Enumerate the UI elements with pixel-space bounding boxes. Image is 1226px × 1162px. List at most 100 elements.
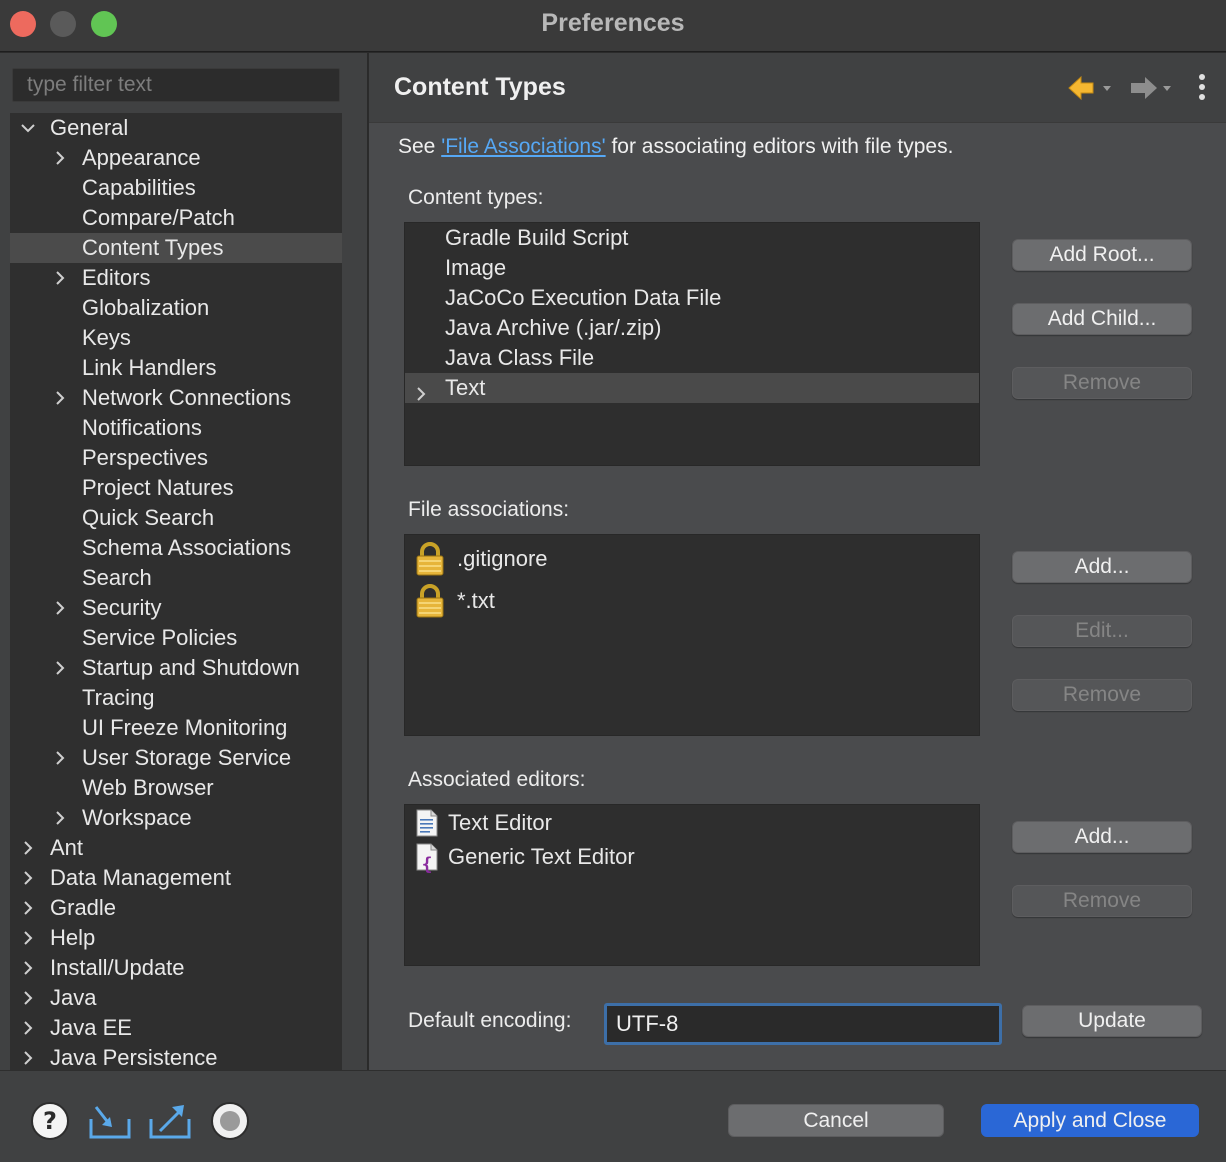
chevron-right-icon[interactable] (18, 1013, 36, 1043)
tree-item-perspectives[interactable]: Perspectives (10, 443, 342, 473)
tree-item-label: Security (82, 595, 162, 620)
tree-item-label: Compare/Patch (82, 205, 235, 230)
chevron-right-icon[interactable] (18, 833, 36, 863)
file-association-item[interactable]: .gitignore (405, 539, 979, 579)
tree-item-keys[interactable]: Keys (10, 323, 342, 353)
tree-item-label: Service Policies (82, 625, 238, 650)
file-associations-list[interactable]: .gitignore *.txt (404, 534, 980, 736)
tree-item-label: Tracing (82, 685, 155, 710)
associated-editor-item[interactable]: {Generic Text Editor (405, 841, 979, 875)
content-type-item[interactable]: JaCoCo Execution Data File (405, 283, 979, 313)
import-icon[interactable] (88, 1101, 131, 1141)
tree-item-appearance[interactable]: Appearance (10, 143, 342, 173)
tree-item-label: Capabilities (82, 175, 196, 200)
tree-item-startup-and-shutdown[interactable]: Startup and Shutdown (10, 653, 342, 683)
tree-item-project-natures[interactable]: Project Natures (10, 473, 342, 503)
add-editor-button[interactable]: Add... (1012, 821, 1192, 853)
forward-arrow-icon (1131, 77, 1171, 99)
tree-item-workspace[interactable]: Workspace (10, 803, 342, 833)
chevron-right-icon[interactable] (50, 263, 68, 293)
tree-item-globalization[interactable]: Globalization (10, 293, 342, 323)
add-root-button[interactable]: Add Root... (1012, 239, 1192, 271)
content-type-item[interactable]: Image (405, 253, 979, 283)
tree-item-network-connections[interactable]: Network Connections (10, 383, 342, 413)
forward-button[interactable] (1127, 75, 1175, 101)
content-type-item[interactable]: Text (405, 373, 979, 403)
chevron-right-icon[interactable] (413, 380, 429, 410)
tree-item-service-policies[interactable]: Service Policies (10, 623, 342, 653)
tree-item-security[interactable]: Security (10, 593, 342, 623)
export-icon[interactable] (148, 1101, 191, 1141)
page-header: Content Types (369, 53, 1226, 123)
tree-item-schema-associations[interactable]: Schema Associations (10, 533, 342, 563)
tree-item-notifications[interactable]: Notifications (10, 413, 342, 443)
tree-item-install-update[interactable]: Install/Update (10, 953, 342, 983)
main-panel: Content Types See 'File Associations' fo… (369, 53, 1226, 1070)
tree-item-label: Web Browser (82, 775, 214, 800)
chevron-right-icon[interactable] (50, 593, 68, 623)
chevron-right-icon[interactable] (50, 743, 68, 773)
tree-item-content-types[interactable]: Content Types (10, 233, 342, 263)
tree-item-label: Java Persistence (50, 1045, 218, 1070)
tree-item-general[interactable]: General (10, 113, 342, 143)
file-association-label: *.txt (457, 588, 495, 613)
tree-item-tracing[interactable]: Tracing (10, 683, 342, 713)
tree-item-user-storage-service[interactable]: User Storage Service (10, 743, 342, 773)
tree-item-compare-patch[interactable]: Compare/Patch (10, 203, 342, 233)
update-button[interactable]: Update (1022, 1005, 1202, 1037)
tree-item-help[interactable]: Help (10, 923, 342, 953)
chevron-right-icon[interactable] (50, 383, 68, 413)
cancel-button[interactable]: Cancel (728, 1104, 944, 1137)
associated-editors-list[interactable]: Text Editor {Generic Text Editor (404, 804, 980, 966)
chevron-right-icon[interactable] (50, 143, 68, 173)
chevron-right-icon[interactable] (50, 803, 68, 833)
content-type-item[interactable]: Gradle Build Script (405, 223, 979, 253)
chevron-down-icon[interactable] (18, 113, 36, 143)
chevron-right-icon[interactable] (18, 863, 36, 893)
associated-editor-item[interactable]: Text Editor (405, 807, 979, 839)
content-types-list[interactable]: Gradle Build Script Image JaCoCo Execution… (404, 222, 980, 466)
add-file-association-button[interactable]: Add... (1012, 551, 1192, 583)
tree-item-gradle[interactable]: Gradle (10, 893, 342, 923)
chevron-right-icon[interactable] (18, 893, 36, 923)
tree-item-link-handlers[interactable]: Link Handlers (10, 353, 342, 383)
remove-content-type-button[interactable]: Remove (1012, 367, 1192, 399)
record-icon[interactable] (210, 1101, 250, 1141)
page-title: Content Types (394, 73, 566, 101)
chevron-right-icon[interactable] (50, 653, 68, 683)
tree-item-label: Java (50, 985, 97, 1010)
edit-file-association-button[interactable]: Edit... (1012, 615, 1192, 647)
tree-item-ui-freeze-monitoring[interactable]: UI Freeze Monitoring (10, 713, 342, 743)
content-type-item[interactable]: Java Class File (405, 343, 979, 373)
tree-item-java[interactable]: Java (10, 983, 342, 1013)
info-suffix: for associating editors with file types. (605, 135, 954, 158)
remove-file-association-button[interactable]: Remove (1012, 679, 1192, 711)
filter-input[interactable] (12, 68, 340, 102)
tree-item-web-browser[interactable]: Web Browser (10, 773, 342, 803)
tree-item-data-management[interactable]: Data Management (10, 863, 342, 893)
tree-item-quick-search[interactable]: Quick Search (10, 503, 342, 533)
chevron-right-icon[interactable] (18, 953, 36, 983)
tree-item-java-persistence[interactable]: Java Persistence (10, 1043, 342, 1070)
chevron-right-icon[interactable] (18, 983, 36, 1013)
file-associations-label: File associations: (408, 498, 570, 521)
file-associations-link[interactable]: 'File Associations' (441, 135, 605, 158)
chevron-right-icon[interactable] (18, 1043, 36, 1070)
tree-item-java-ee[interactable]: Java EE (10, 1013, 342, 1043)
tree-item-ant[interactable]: Ant (10, 833, 342, 863)
tree-item-editors[interactable]: Editors (10, 263, 342, 293)
tree-item-search[interactable]: Search (10, 563, 342, 593)
tree-item-capabilities[interactable]: Capabilities (10, 173, 342, 203)
tree-item-label: Globalization (82, 295, 210, 320)
content-type-item[interactable]: Java Archive (.jar/.zip) (405, 313, 979, 343)
add-child-button[interactable]: Add Child... (1012, 303, 1192, 335)
default-encoding-field[interactable] (604, 1003, 1002, 1045)
kebab-menu-icon[interactable] (1196, 74, 1208, 104)
chevron-right-icon[interactable] (18, 923, 36, 953)
file-association-item[interactable]: *.txt (405, 581, 979, 621)
tree-item-label: Notifications (82, 415, 202, 440)
apply-and-close-button[interactable]: Apply and Close (981, 1104, 1199, 1137)
back-button[interactable] (1067, 75, 1115, 101)
remove-editor-button[interactable]: Remove (1012, 885, 1192, 917)
help-icon[interactable]: ? (30, 1101, 70, 1141)
